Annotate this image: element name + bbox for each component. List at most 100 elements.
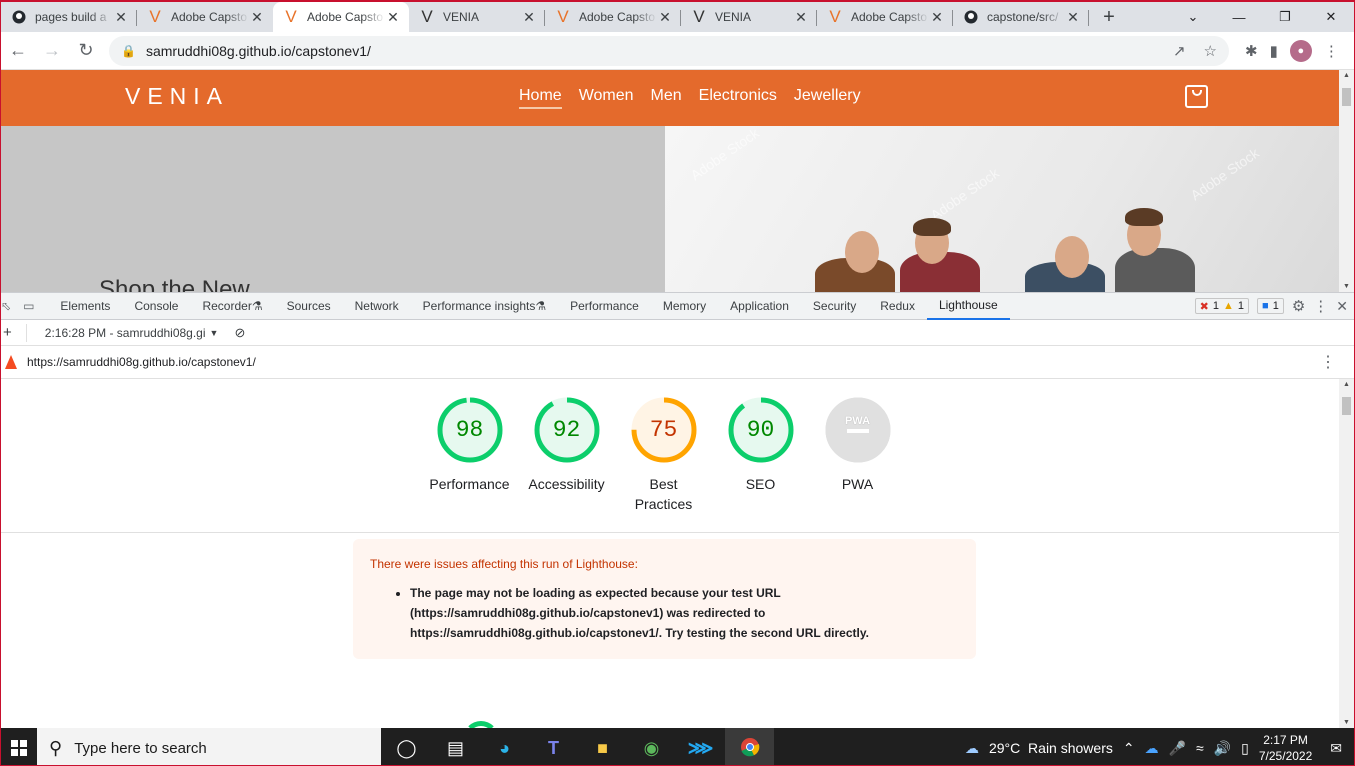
devtools-tab-security[interactable]: Security (801, 293, 868, 320)
page-scrollbar[interactable]: ▲ ▼ (1339, 70, 1354, 292)
edge-icon[interactable]: ◕ (480, 728, 529, 765)
messages-counter[interactable]: ■ 1 (1257, 298, 1284, 314)
devtools-menu-icon[interactable]: ⋮ (1313, 297, 1328, 315)
globe-app-icon[interactable]: ◉ (627, 728, 676, 765)
devtools-tab-console[interactable]: Console (122, 293, 190, 320)
devtools-tab-redux[interactable]: Redux (868, 293, 927, 320)
report-scrollbar[interactable]: ▲ ▼ (1339, 379, 1354, 728)
chrome-menu-icon[interactable]: ⋮ (1324, 42, 1339, 60)
nav-link-electronics[interactable]: Electronics (699, 87, 777, 109)
score-value: 75 (649, 417, 678, 443)
lock-icon[interactable]: 🔒 (121, 44, 136, 58)
battery-icon[interactable]: ▯ (1241, 740, 1249, 757)
browser-tab[interactable]: pages build a ✕ (1, 2, 137, 32)
devtools-tab-elements[interactable]: Elements (48, 293, 122, 320)
gauge-best-practices[interactable]: 75 Best Practices (615, 397, 712, 514)
devtools-tab-performance[interactable]: Performance (558, 293, 651, 320)
gauge-performance[interactable]: 98 Performance (421, 397, 518, 514)
site-logo[interactable]: VENIA (125, 83, 229, 110)
bookmark-star-icon[interactable]: ☆ (1204, 42, 1217, 60)
venia-v-icon: V (285, 7, 297, 26)
close-tab-icon[interactable]: ✕ (793, 9, 809, 26)
nav-link-home[interactable]: Home (519, 87, 562, 109)
warning-line: The page may not be loading as expected … (410, 586, 781, 600)
windows-start-button[interactable] (1, 728, 37, 765)
reload-button[interactable]: ↻ (69, 34, 103, 68)
close-tab-icon[interactable]: ✕ (1065, 9, 1081, 26)
microphone-icon[interactable]: 🎤 (1169, 740, 1186, 757)
pwa-badge: PWA (844, 415, 871, 427)
devtools-tab-lighthouse[interactable]: Lighthouse (926, 293, 1010, 320)
gauge-pwa[interactable]: PWA PWA (809, 397, 906, 514)
vscode-icon[interactable]: ⋙ (676, 728, 725, 765)
wifi-icon[interactable]: ≈ (1196, 740, 1204, 756)
new-tab-button[interactable]: + (1095, 2, 1123, 32)
close-tab-icon[interactable]: ✕ (113, 9, 129, 26)
devtools-tab-performance-insights[interactable]: Performance insights ⚗ (411, 293, 558, 320)
devtools-tab-sources[interactable]: Sources (275, 293, 343, 320)
profile-avatar[interactable]: ● (1289, 39, 1312, 62)
cortana-icon[interactable]: ◯ (382, 728, 431, 765)
close-devtools-icon[interactable]: ✕ (1336, 298, 1348, 315)
forward-button[interactable]: → (35, 34, 69, 68)
clock[interactable]: 2:17 PM 7/25/2022 (1259, 732, 1312, 764)
onedrive-icon[interactable]: ☁ (1145, 740, 1159, 757)
tab-search-icon[interactable]: ⌄ (1170, 2, 1216, 32)
weather-icon[interactable]: ☁ (965, 740, 979, 757)
notifications-icon[interactable]: ✉ (1330, 740, 1342, 757)
github-icon (963, 9, 979, 25)
settings-gear-icon[interactable]: ⚙ (1292, 297, 1305, 315)
nav-link-jewellery[interactable]: Jewellery (794, 87, 861, 109)
close-window-button[interactable]: ✕ (1308, 2, 1354, 32)
browser-tab[interactable]: V Adobe Capsto ✕ (817, 2, 953, 32)
volume-icon[interactable]: 🔊 (1214, 740, 1231, 757)
browser-tab[interactable]: V VENIA ✕ (409, 2, 545, 32)
hero-text-panel: Shop the New (1, 126, 665, 292)
devtools-tab-memory[interactable]: Memory (651, 293, 718, 320)
devtools-tab-recorder[interactable]: Recorder ⚗ (190, 293, 274, 320)
chrome-icon[interactable] (725, 728, 774, 765)
weather-text[interactable]: 29°C Rain showers (989, 740, 1113, 756)
close-tab-icon[interactable]: ✕ (657, 9, 673, 26)
share-icon[interactable]: ↗ (1173, 42, 1186, 60)
browser-tab[interactable]: V VENIA ✕ (681, 2, 817, 32)
devtools-tab-network[interactable]: Network (343, 293, 411, 320)
tab-title: Adobe Capsto (579, 10, 656, 24)
close-tab-icon[interactable]: ✕ (929, 9, 945, 26)
divider (1, 532, 1339, 533)
teams-icon[interactable]: T (529, 728, 578, 765)
restore-button[interactable]: ❐ (1262, 2, 1308, 32)
minimize-button[interactable]: — (1216, 2, 1262, 32)
close-tab-icon[interactable]: ✕ (249, 9, 265, 26)
score-value: 92 (552, 417, 581, 443)
extensions-icon[interactable]: ✱ (1245, 42, 1258, 60)
file-explorer-icon[interactable]: ■ (578, 728, 627, 765)
hero-heading: Shop the New (99, 276, 250, 292)
close-tab-icon[interactable]: ✕ (521, 9, 537, 26)
side-panel-icon[interactable]: ▮ (1270, 42, 1278, 60)
close-tab-icon[interactable]: ✕ (385, 9, 401, 26)
inspect-element-icon[interactable]: ⬁ (1, 299, 11, 313)
address-bar[interactable]: 🔒 samruddhi08g.github.io/capstonev1/ ↗ ☆ (109, 35, 1229, 66)
back-button[interactable]: ← (1, 34, 35, 68)
nav-link-women[interactable]: Women (579, 87, 634, 109)
report-menu-icon[interactable]: ⋮ (1320, 352, 1336, 372)
taskbar-search[interactable]: ⚲ Type here to search (37, 728, 381, 765)
browser-tab[interactable]: V Adobe Capsto ✕ (273, 2, 409, 32)
report-select[interactable]: 2:16:28 PM - samruddhi08g.gi ▼ (25, 323, 218, 342)
issues-counter[interactable]: ✖ 1 ▲ 1 (1194, 298, 1250, 314)
devtools-tab-application[interactable]: Application (718, 293, 801, 320)
show-hidden-icons[interactable]: ⌃ (1123, 740, 1135, 757)
nav-link-men[interactable]: Men (651, 87, 682, 109)
clear-reports-icon[interactable]: ⊘ (234, 325, 245, 341)
task-view-icon[interactable]: ▤ (431, 728, 480, 765)
gauge-seo[interactable]: 90 SEO (712, 397, 809, 514)
browser-tab[interactable]: V Adobe Capsto ✕ (137, 2, 273, 32)
gauge-accessibility[interactable]: 92 Accessibility (518, 397, 615, 514)
new-report-icon[interactable]: + (1, 324, 26, 341)
report-url[interactable]: https://samruddhi08g.github.io/capstonev… (27, 355, 256, 369)
browser-tab[interactable]: capstone/src/ ✕ (953, 2, 1089, 32)
cart-icon[interactable] (1185, 85, 1208, 108)
browser-tab[interactable]: V Adobe Capsto ✕ (545, 2, 681, 32)
device-toolbar-icon[interactable]: ▭ (23, 299, 34, 313)
